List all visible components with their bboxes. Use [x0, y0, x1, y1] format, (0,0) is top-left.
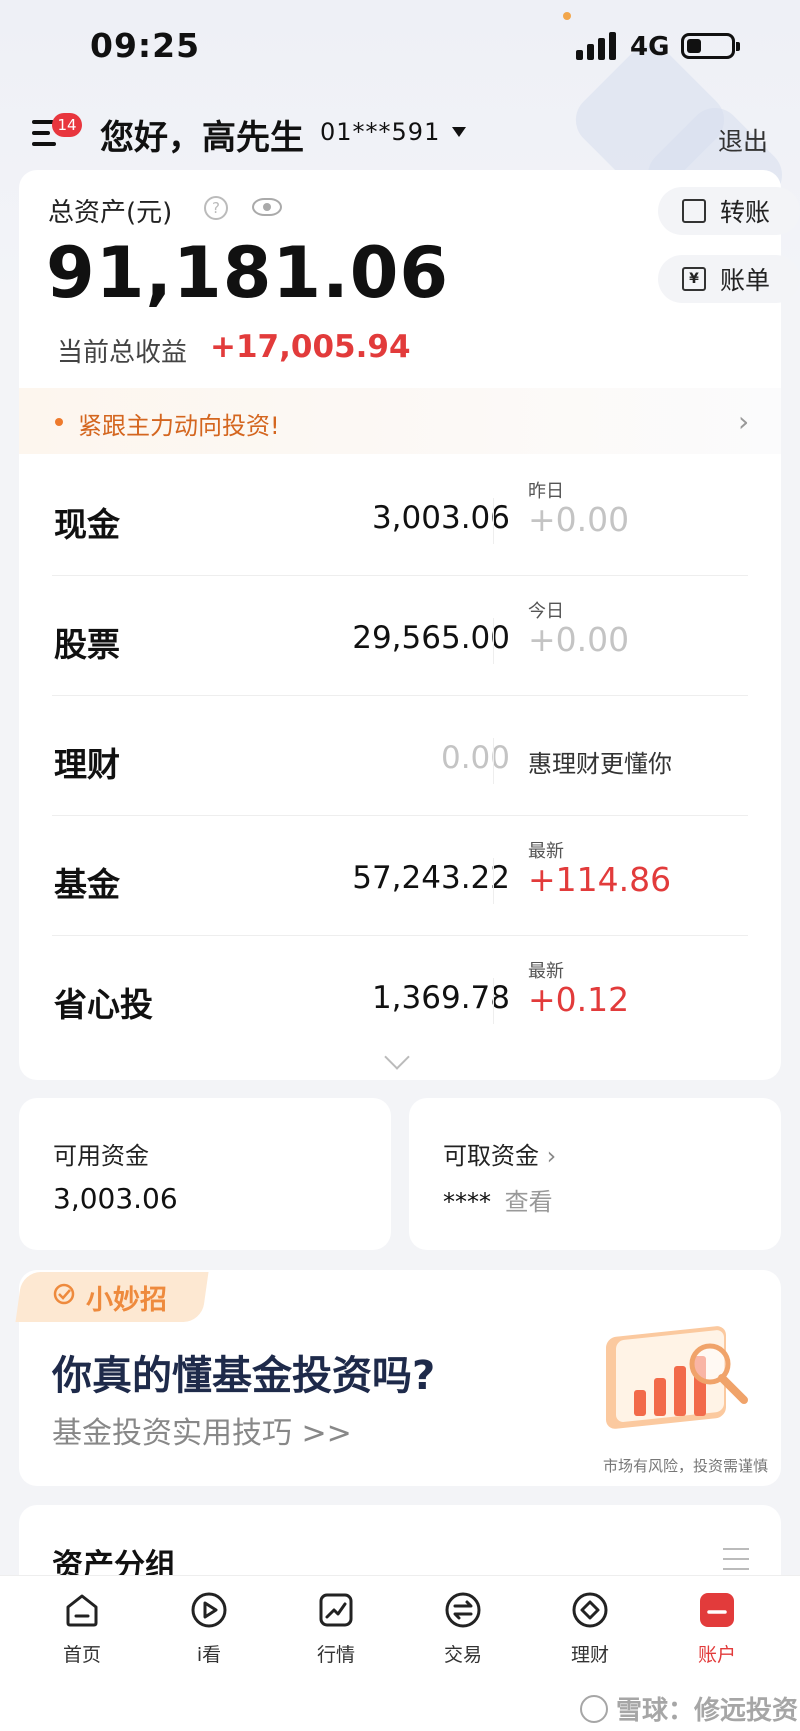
row-delta: +0.12 [528, 980, 630, 1019]
promo-subtitle[interactable]: 基金投资实用技巧 >> [52, 1408, 352, 1452]
bill-button[interactable]: ¥ 账单 [658, 255, 800, 303]
caret-down-icon [452, 127, 467, 137]
asset-row-wealth[interactable]: 理财 0.00 惠理财更懂你 [52, 696, 748, 816]
tab-label: 交易 [443, 1644, 482, 1666]
notification-badge: 14 [52, 113, 82, 137]
eye-icon[interactable] [252, 198, 282, 216]
status-time: 09:25 [90, 26, 201, 65]
bill-icon: ¥ [682, 267, 706, 291]
greeting: 您好，高先生 [100, 118, 304, 158]
battery-icon [681, 33, 740, 59]
watermark: 雪球：修远投资 [580, 1690, 798, 1727]
tab-label: 首页 [62, 1644, 101, 1666]
chevron-right-icon: › [546, 1142, 557, 1170]
masked-value: **** [443, 1188, 491, 1216]
account-switcher[interactable]: 01***591 [320, 118, 467, 146]
network-type: 4G [630, 32, 670, 62]
list-menu-icon[interactable] [723, 1548, 749, 1570]
row-name: 现金 [54, 505, 120, 544]
available-funds-label: 可用资金 [53, 1142, 149, 1170]
row-delta: +0.00 [528, 620, 630, 659]
row-name: 基金 [54, 865, 120, 904]
withdrawable-funds-card[interactable]: 可取资金 › **** 查看 [409, 1098, 781, 1250]
help-icon[interactable]: ? [204, 196, 228, 220]
withdrawable-funds-value: **** 查看 [443, 1182, 553, 1217]
snowball-logo-icon [580, 1694, 608, 1723]
row-note: 惠理财更懂你 [528, 750, 672, 778]
divider [493, 618, 494, 664]
divider [493, 978, 494, 1024]
tab-account[interactable]: 账户 [662, 1590, 772, 1667]
row-amount: 3,003.06 [371, 500, 510, 536]
account-number: 01***591 [320, 118, 441, 146]
privacy-indicator [563, 12, 571, 20]
play-icon [191, 1592, 227, 1628]
total-assets-value: 91,181.06 [46, 232, 450, 314]
row-amount: 0.00 [440, 740, 510, 776]
signal-icon [576, 30, 618, 60]
tab-home[interactable]: 首页 [27, 1590, 137, 1667]
tab-market[interactable]: 行情 [281, 1590, 391, 1667]
asset-row-stocks[interactable]: 股票 29,565.00 今日 +0.00 [52, 576, 748, 696]
tab-label: 理财 [570, 1644, 609, 1666]
home-icon [66, 1594, 98, 1627]
row-amount: 1,369.78 [371, 980, 510, 1016]
total-assets-label: 总资产(元) [48, 198, 173, 228]
row-delta: +0.00 [528, 500, 630, 539]
check-circle-icon [53, 1283, 75, 1305]
row-name: 省心投 [54, 985, 153, 1024]
row-amount: 29,565.00 [352, 620, 510, 656]
available-funds-card: 可用资金 3,003.06 [19, 1098, 391, 1250]
chart-icon [319, 1593, 353, 1627]
tab-finance[interactable]: 理财 [535, 1590, 645, 1667]
tab-watch[interactable]: i看 [154, 1590, 264, 1667]
logout-button[interactable]: 退出 [718, 122, 768, 158]
tab-label: i看 [196, 1644, 222, 1666]
total-profit-label: 当前总收益 [57, 338, 188, 368]
view-link[interactable]: 查看 [505, 1188, 553, 1216]
asset-row-funds[interactable]: 基金 57,243.22 最新 +114.86 [52, 816, 748, 936]
tip-tag: 小妙招 [86, 1285, 167, 1316]
tab-label: 账户 [697, 1644, 736, 1666]
promo-title: 你真的懂基金投资吗? [52, 1353, 436, 1399]
total-profit-value: +17,005.94 [210, 329, 411, 365]
report-chart-illustration [606, 1326, 748, 1429]
transfer-button[interactable]: 转账 [658, 187, 800, 235]
tab-trade[interactable]: 交易 [408, 1590, 518, 1667]
divider [493, 498, 494, 544]
finance-icon [572, 1592, 608, 1628]
tab-label: 行情 [316, 1644, 355, 1666]
row-name: 理财 [54, 745, 120, 784]
asset-row-cash[interactable]: 现金 3,003.06 昨日 +0.00 [52, 456, 748, 576]
account-icon [700, 1593, 734, 1627]
withdrawable-funds-label: 可取资金 › [443, 1142, 557, 1170]
transfer-icon [682, 199, 706, 223]
asset-row-smart-invest[interactable]: 省心投 1,369.78 最新 +0.12 [52, 936, 748, 1056]
row-delta: +114.86 [528, 860, 672, 899]
bullet-dot [55, 418, 63, 426]
banner-text: 紧跟主力动向投资! [78, 412, 280, 440]
chevron-right-icon: › [738, 405, 750, 438]
available-funds-value: 3,003.06 [53, 1182, 178, 1215]
row-amount: 57,243.22 [352, 860, 510, 896]
divider [493, 738, 494, 784]
transfer-label: 转账 [720, 198, 771, 227]
trade-icon [445, 1592, 481, 1628]
risk-notice: 市场有风险，投资需谨慎 [603, 1457, 769, 1475]
row-name: 股票 [54, 625, 120, 664]
divider [493, 858, 494, 904]
bill-label: 账单 [720, 266, 771, 295]
